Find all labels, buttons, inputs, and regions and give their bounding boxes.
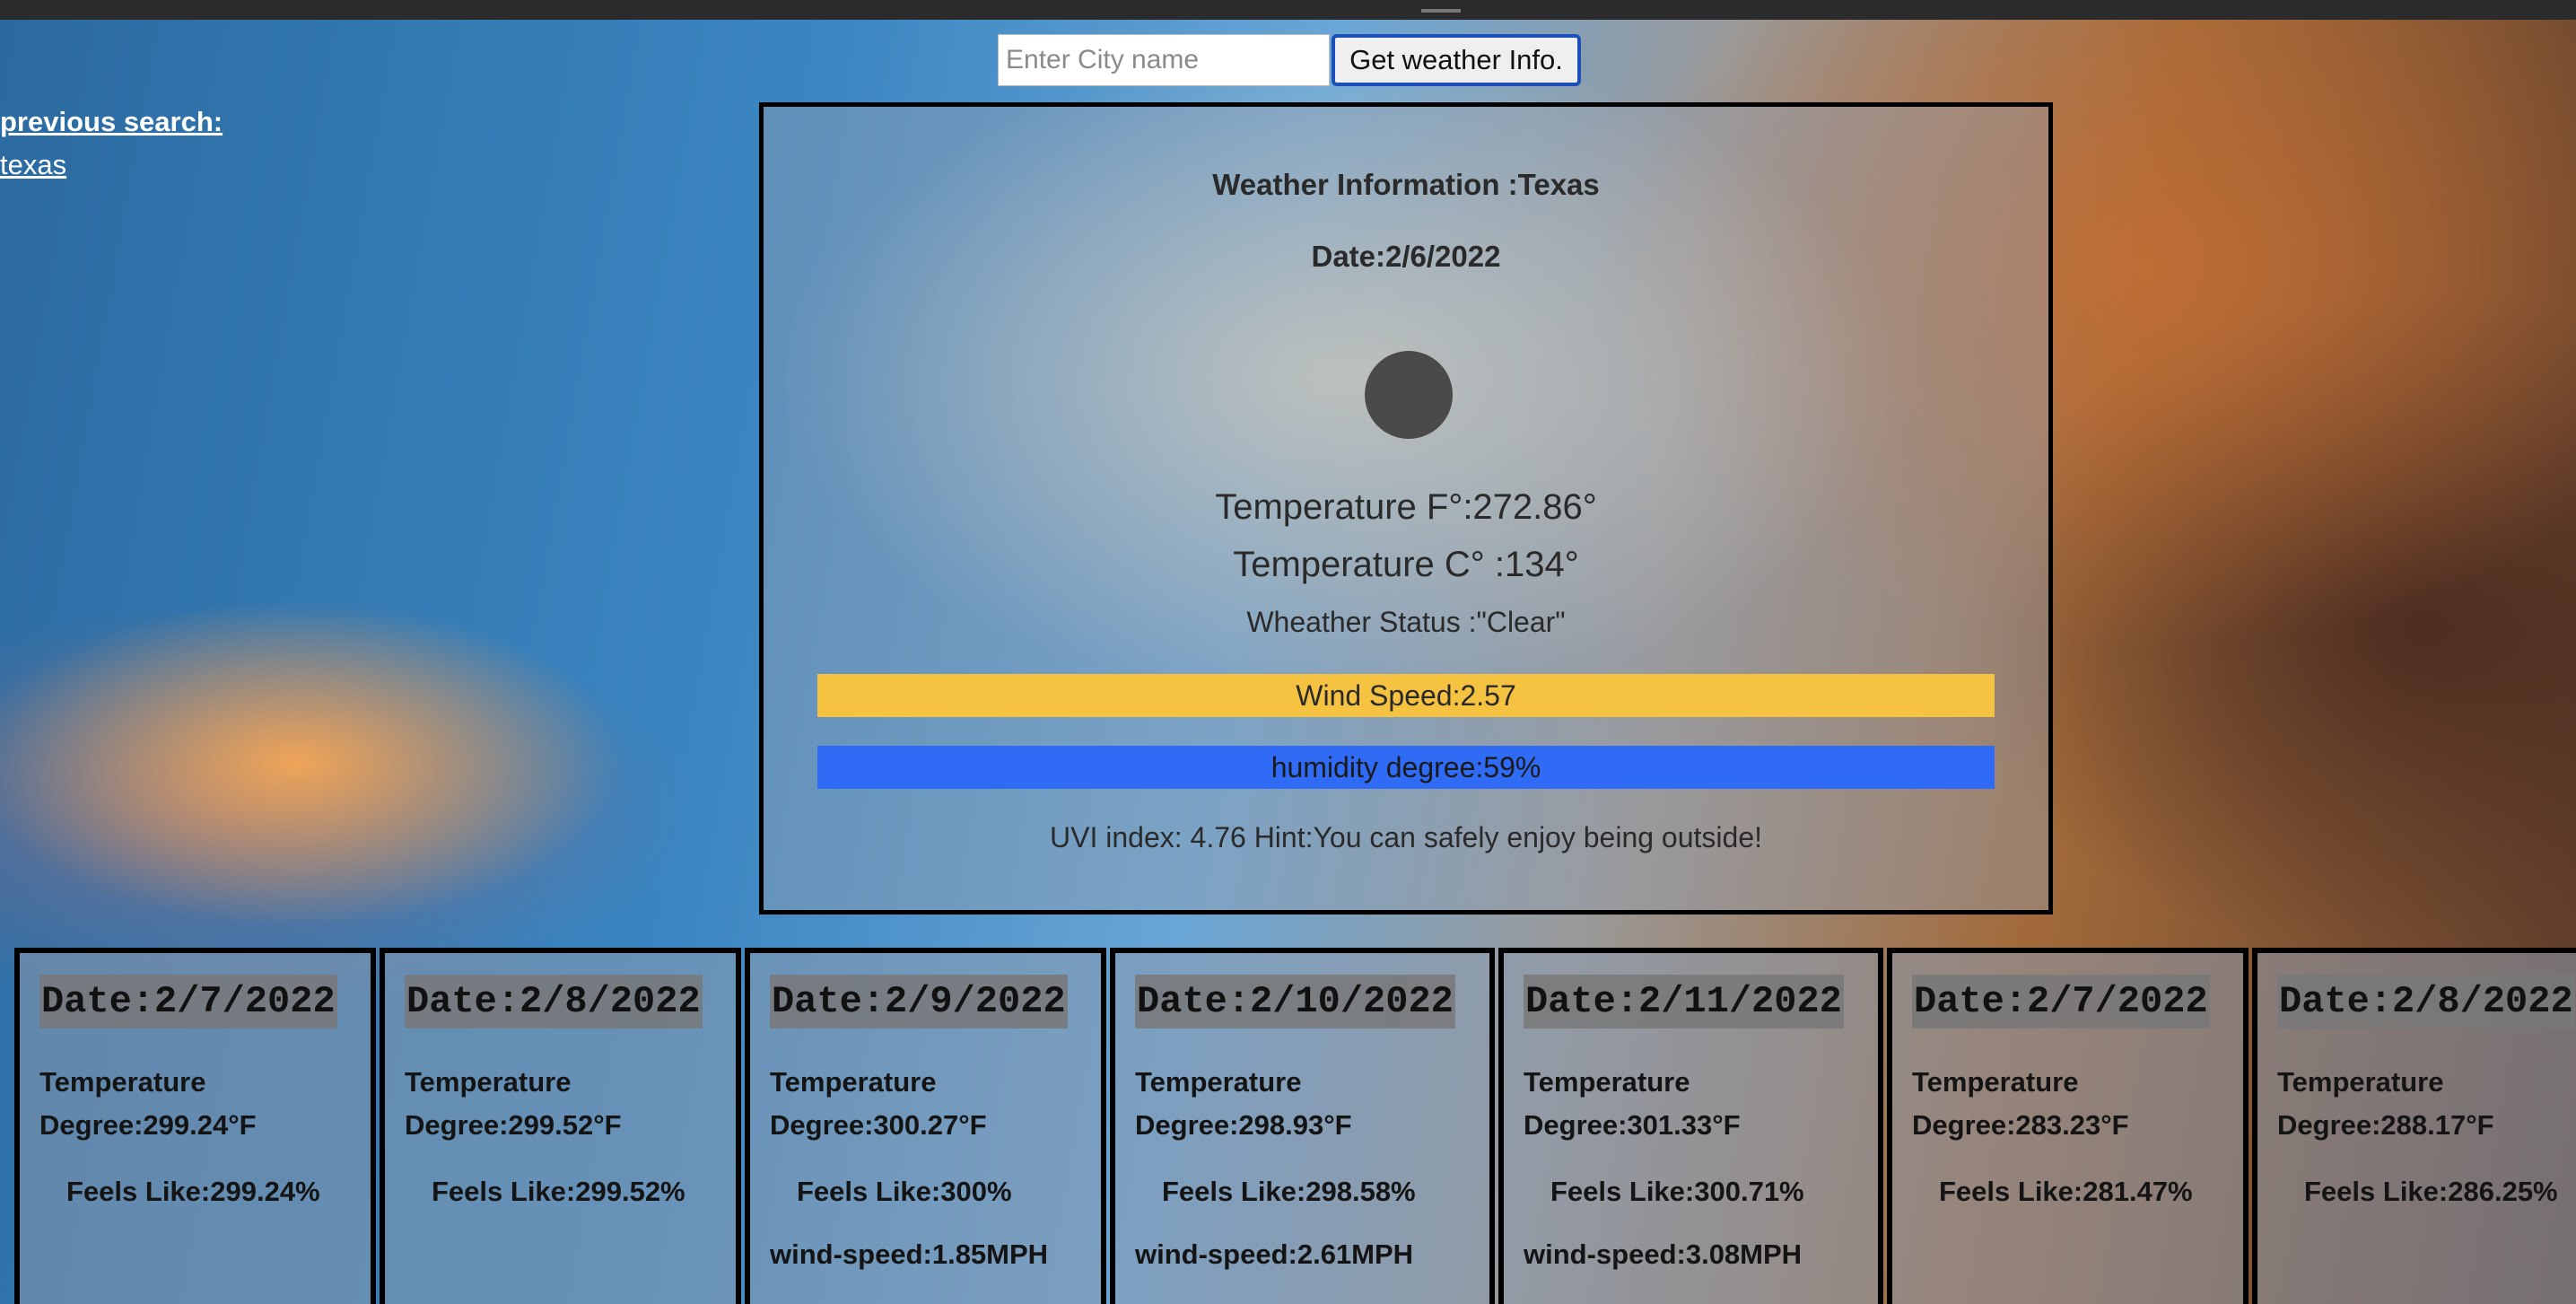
forecast-wind-speed: wind-speed:1.85MPH (770, 1238, 1049, 1270)
forecast-date: Date:2/8/2022 (2277, 975, 2575, 1028)
top-bar-mark (1421, 0, 1461, 13)
humidity-bar: humidity degree:59% (817, 746, 1995, 789)
forecast-feels-like: Feels Like:299.52% (432, 1176, 685, 1207)
forecast-date: Date:2/7/2022 (1912, 975, 2210, 1028)
previous-search-title: previous search: (0, 106, 223, 137)
forecast-wind-speed: wind-speed:3.08MPH (1524, 1238, 1803, 1270)
forecast-date: Date:2/7/2022 (39, 975, 337, 1028)
forecast-feels-like: Feels Like:286.25% (2304, 1176, 2558, 1207)
weather-date: Date:2/6/2022 (1311, 240, 1501, 273)
forecast-date: Date:2/11/2022 (1524, 975, 1844, 1028)
forecast-card: Date:2/10/2022 Temperature Degree:298.93… (1110, 948, 1495, 1304)
forecast-date: Date:2/10/2022 (1135, 975, 1455, 1028)
forecast-feels-like: Feels Like:300% (797, 1176, 1012, 1207)
forecast-temperature: Temperature Degree:299.52°F (405, 1066, 622, 1141)
forecast-temperature: Temperature Degree:300.27°F (770, 1066, 987, 1141)
uvi-index: UVI index: 4.76 Hint:You can safely enjo… (1050, 821, 1762, 853)
forecast-feels-like: Feels Like:298.58% (1162, 1176, 1416, 1207)
forecast-temperature: Temperature Degree:298.93°F (1135, 1066, 1352, 1141)
previous-search-item[interactable]: texas (0, 149, 66, 181)
forecast-temperature: Temperature Degree:288.17°F (2277, 1066, 2494, 1141)
get-weather-button[interactable]: Get weather Info. (1332, 34, 1581, 86)
forecast-card: Date:2/8/2022 Temperature Degree:299.52°… (380, 948, 741, 1304)
weather-status: Wheather Status :"Clear" (1246, 606, 1566, 638)
forecast-card: Date:2/8/2022 Temperature Degree:288.17°… (2252, 948, 2576, 1304)
temperature-c: Temperature C° :134° (1233, 545, 1579, 584)
forecast-wind-speed: wind-speed:2.61MPH (1135, 1238, 1414, 1270)
forecast-list: Date:2/7/2022 Temperature Degree:299.24°… (14, 948, 2576, 1304)
current-weather-card: Weather Information :Texas Date:2/6/2022… (759, 102, 2053, 915)
forecast-temperature: Temperature Degree:283.23°F (1912, 1066, 2129, 1141)
wind-speed-bar: Wind Speed:2.57 (817, 674, 1995, 717)
weather-title: Weather Information :Texas (1212, 168, 1600, 201)
forecast-date: Date:2/8/2022 (405, 975, 703, 1028)
city-search-input[interactable] (998, 34, 1330, 86)
forecast-feels-like: Feels Like:281.47% (1939, 1176, 2193, 1207)
temperature-f: Temperature F°:272.86° (1215, 487, 1597, 527)
forecast-feels-like: Feels Like:299.24% (66, 1176, 320, 1207)
forecast-card: Date:2/11/2022 Temperature Degree:301.33… (1498, 948, 1883, 1304)
weather-status-icon (1365, 351, 1453, 439)
forecast-temperature: Temperature Degree:299.24°F (39, 1066, 257, 1141)
forecast-card: Date:2/7/2022 Temperature Degree:299.24°… (14, 948, 376, 1304)
forecast-feels-like: Feels Like:300.71% (1550, 1176, 1804, 1207)
forecast-card: Date:2/9/2022 Temperature Degree:300.27°… (745, 948, 1106, 1304)
forecast-card: Date:2/7/2022 Temperature Degree:283.23°… (1887, 948, 2249, 1304)
browser-top-bar (0, 0, 2576, 20)
forecast-temperature: Temperature Degree:301.33°F (1524, 1066, 1741, 1141)
forecast-date: Date:2/9/2022 (770, 975, 1068, 1028)
